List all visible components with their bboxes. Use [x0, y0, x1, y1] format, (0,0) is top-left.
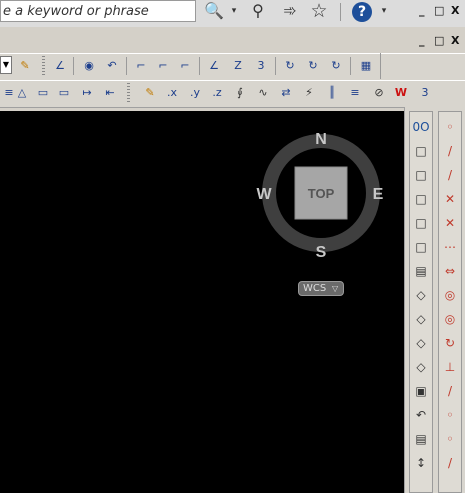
- snap-tool-icon[interactable]: ✕: [441, 214, 459, 232]
- modeling-tool-icon[interactable]: □: [412, 238, 430, 256]
- search-input[interactable]: e a keyword or phrase: [0, 0, 196, 22]
- snap-tool-icon[interactable]: ✕: [441, 190, 459, 208]
- eraser-icon[interactable]: ⊘: [370, 84, 388, 102]
- stairs-icon[interactable]: ≡: [346, 84, 364, 102]
- modeling-tool-icon[interactable]: □: [412, 166, 430, 184]
- star-icon[interactable]: ☆: [307, 1, 331, 21]
- dim-angular-icon[interactable]: △: [13, 84, 31, 102]
- ucs-3point-icon[interactable]: 3: [252, 57, 270, 75]
- ucs-object-icon[interactable]: ⌐: [154, 57, 172, 75]
- paint-brush-icon[interactable]: ✎: [16, 57, 34, 75]
- modeling-tool-icon[interactable]: □: [412, 142, 430, 160]
- modeling-tool-icon[interactable]: ◇: [412, 334, 430, 352]
- swap-icon[interactable]: ⇄: [277, 84, 295, 102]
- minimize-button[interactable]: _: [419, 4, 425, 17]
- modeling-tool-icon[interactable]: ↶: [412, 406, 430, 424]
- viewcube-face-label: TOP: [308, 186, 335, 201]
- doc-minimize-button[interactable]: _: [419, 34, 425, 47]
- doc-restore-button[interactable]: □: [434, 34, 444, 47]
- ucs-rotate-x-icon[interactable]: ↻: [281, 57, 299, 75]
- filter-z-icon[interactable]: .z: [208, 84, 226, 102]
- compass-west[interactable]: W: [256, 186, 272, 203]
- ucs-face-icon[interactable]: ⌐: [132, 57, 150, 75]
- modeling-tool-icon[interactable]: ◇: [412, 286, 430, 304]
- dim-continue-icon[interactable]: ↦: [78, 84, 96, 102]
- ucs-rotate-y-icon[interactable]: ↻: [304, 57, 322, 75]
- ucs-view-icon[interactable]: ⌐: [176, 57, 194, 75]
- wave-icon[interactable]: ∿: [254, 84, 272, 102]
- ucs-world-icon[interactable]: ◉: [80, 57, 98, 75]
- ucs-icon[interactable]: ∠: [51, 57, 69, 75]
- restore-button[interactable]: □: [434, 4, 444, 17]
- binoculars-icon[interactable]: 🔍: [203, 1, 225, 23]
- ucs-zaxis-icon[interactable]: Z: [229, 57, 247, 75]
- snap-tool-icon[interactable]: /: [441, 454, 459, 472]
- key-icon[interactable]: ⚲: [246, 1, 270, 21]
- modeling-tool-icon[interactable]: ▤: [412, 430, 430, 448]
- modeling-tool-icon[interactable]: ↕: [412, 454, 430, 472]
- modeling-tool-icon[interactable]: □: [412, 214, 430, 232]
- modeling-tool-icon[interactable]: ▤: [412, 262, 430, 280]
- toolbar-separator: [199, 57, 200, 75]
- ucs-origin-icon[interactable]: ∠: [205, 57, 223, 75]
- filter-y-icon[interactable]: .y: [186, 84, 204, 102]
- chevron-down-icon[interactable]: ▾: [229, 1, 239, 21]
- title-separator: [340, 3, 341, 21]
- help-dropdown-icon[interactable]: ▾: [379, 1, 389, 21]
- dim-baseline-icon[interactable]: ▭: [55, 84, 73, 102]
- snap-tool-icon[interactable]: ◦: [441, 406, 459, 424]
- lightning-icon[interactable]: ⚡: [300, 84, 318, 102]
- close-button[interactable]: X: [451, 4, 459, 17]
- toolbar-grip: [42, 56, 45, 76]
- ucs-previous-icon[interactable]: ↶: [103, 57, 121, 75]
- toolbar-separator: [350, 57, 351, 75]
- toolbar-separator: [126, 57, 127, 75]
- modeling-tool-icon[interactable]: ◇: [412, 358, 430, 376]
- document-bar: [0, 28, 465, 52]
- snap-tool-icon[interactable]: /: [441, 382, 459, 400]
- filter-x-icon[interactable]: .x: [163, 84, 181, 102]
- ucs-rotate-z-icon[interactable]: ↻: [327, 57, 345, 75]
- snap-tool-icon[interactable]: ◦: [441, 118, 459, 136]
- chevron-down-icon: ▽: [332, 284, 339, 293]
- layer-dropdown[interactable]: ▼: [0, 56, 12, 74]
- snap-tool-icon[interactable]: ⋯: [441, 238, 459, 256]
- satellite-icon[interactable]: ➾: [278, 1, 302, 21]
- snap-tool-icon[interactable]: ⇔: [441, 262, 459, 280]
- toolbar-separator: [275, 57, 276, 75]
- wcs-menu[interactable]: WCS ▽: [298, 281, 344, 296]
- compass-south[interactable]: S: [316, 244, 327, 260]
- snap-tool-icon[interactable]: ◎: [441, 310, 459, 328]
- compass-east[interactable]: E: [373, 186, 384, 203]
- pencil-icon[interactable]: ✎: [141, 84, 159, 102]
- help-icon[interactable]: ?: [352, 2, 372, 22]
- toolbar-end-separator: [380, 53, 381, 79]
- snap-tool-icon[interactable]: ◦: [441, 430, 459, 448]
- three-icon[interactable]: 3: [416, 84, 434, 102]
- ucs-apply-icon[interactable]: ▦: [357, 57, 375, 75]
- dim-arc-icon[interactable]: ▭: [34, 84, 52, 102]
- compass-north[interactable]: N: [315, 131, 327, 148]
- viewcube[interactable]: TOP N S E W: [250, 125, 392, 260]
- doc-close-button[interactable]: X: [451, 34, 459, 47]
- snap-tool-icon[interactable]: /: [441, 142, 459, 160]
- w-icon[interactable]: W: [392, 84, 410, 102]
- snap-tool-icon[interactable]: ↻: [441, 334, 459, 352]
- snap-tool-icon[interactable]: ◎: [441, 286, 459, 304]
- modeling-tool-icon[interactable]: ▣: [412, 382, 430, 400]
- snap-tool-icon[interactable]: /: [441, 166, 459, 184]
- wcs-label: WCS: [303, 283, 327, 294]
- toolbar-separator: [73, 57, 74, 75]
- modeling-tool-icon[interactable]: ◇: [412, 310, 430, 328]
- barcode-icon[interactable]: ║: [323, 84, 341, 102]
- dim-space-icon[interactable]: ⇤: [101, 84, 119, 102]
- modeling-tool-icon[interactable]: 0O: [412, 118, 430, 136]
- toolbar-grip: [127, 83, 130, 103]
- snap-tool-icon[interactable]: ⊥: [441, 358, 459, 376]
- modeling-tool-icon[interactable]: □: [412, 190, 430, 208]
- snap-icon[interactable]: ⨚: [231, 84, 249, 102]
